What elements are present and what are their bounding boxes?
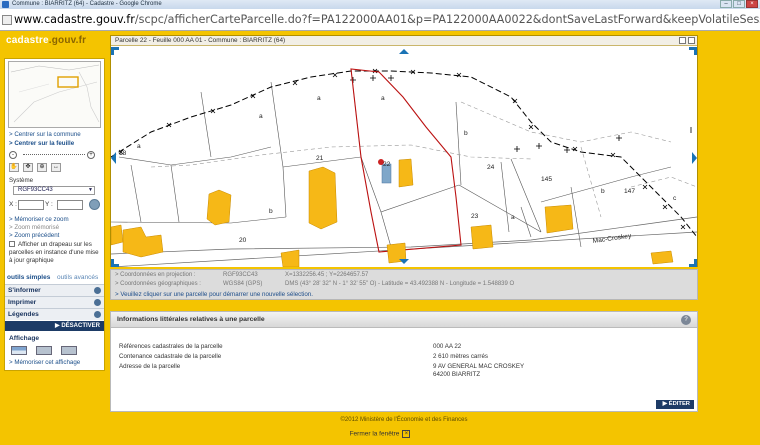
sub-label-a: a: [511, 214, 515, 221]
copyright-footer: ©2012 Ministère de l'Économie et des Fin…: [340, 417, 468, 423]
display-mixed-button[interactable]: [61, 346, 77, 355]
display-plan-button[interactable]: [11, 346, 27, 355]
url-path: /scpc/afficherCarteParcelle.do?f=PA12200…: [134, 13, 760, 26]
tab-simple-tools[interactable]: outils simples: [7, 274, 50, 281]
maximize-button[interactable]: □: [733, 0, 745, 8]
x-coordinate-input[interactable]: [18, 200, 44, 210]
map-panel: Parcelle 22 - Feuille 000 AA 01 - Commun…: [110, 35, 698, 267]
display-title: Affichage: [9, 335, 40, 342]
sub-label-a: a: [381, 95, 385, 102]
arrow-circle-icon: [94, 287, 101, 294]
detach-icon[interactable]: [679, 37, 686, 44]
map-header-title: Parcelle 22 - Feuille 000 AA 01 - Commun…: [115, 37, 286, 44]
display-photo-button[interactable]: [36, 346, 52, 355]
edit-button[interactable]: ▶ ÉDITER: [656, 400, 694, 409]
center-commune-link[interactable]: > Centrer sur la commune: [9, 131, 81, 138]
parcel-label-18: 18: [119, 150, 127, 157]
memorize-zoom-link[interactable]: > Mémoriser ce zoom: [9, 216, 69, 223]
coordinates-panel: > Coordonnées en projection : RGF93CC43 …: [110, 269, 698, 300]
address-line-2: 64200 BIARRITZ: [433, 371, 481, 378]
ref-label: Références cadastrales de la parcelle: [119, 343, 223, 350]
area-value: 2 610 mètres carrés: [433, 353, 489, 360]
sub-label-b: b: [269, 208, 273, 215]
help-icon[interactable]: ?: [681, 315, 691, 325]
address-bar[interactable]: www.cadastre.gouv.fr/scpc/afficherCarteP…: [0, 9, 760, 31]
site-logo[interactable]: cadastre.gouv.fr: [6, 35, 86, 46]
maximize-map-icon[interactable]: [688, 37, 695, 44]
tab-advanced-tools[interactable]: outils avancés: [57, 274, 98, 281]
menu-sinformer[interactable]: S'informer: [5, 284, 104, 296]
window-title-bar: Commune : BIARRITZ (64) - Cadastre - Goo…: [0, 0, 760, 9]
geographic-value: DMS (43° 28' 32" N - 1° 32' 55" O) - Lat…: [285, 281, 515, 287]
center-feuille-link[interactable]: > Centrer sur la feuille: [9, 140, 74, 147]
window-title: Commune : BIARRITZ (64) - Cadastre - Goo…: [12, 1, 162, 7]
menu-legendes[interactable]: Légendes: [5, 308, 104, 320]
go-coordinates-button[interactable]: [89, 199, 100, 210]
sub-label-a: a: [137, 143, 141, 150]
parcel-label-145: 145: [541, 176, 552, 183]
map-header: Parcelle 22 - Feuille 000 AA 01 - Commun…: [111, 36, 697, 46]
page-icon: [2, 15, 12, 25]
geographic-system: WGS84 (GPS): [223, 281, 263, 287]
zoom-out-icon[interactable]: -: [9, 151, 17, 159]
parcel-info-title: Informations littérales relatives à une …: [111, 312, 697, 328]
chevron-down-icon: ▼: [88, 187, 93, 193]
zoom-box-icon[interactable]: ⊕: [37, 163, 47, 172]
flag-text-3: à jour graphique: [9, 257, 54, 264]
map-tools: ✋ ✥ ⊕ ↔: [9, 163, 101, 173]
parcel-label-22: 22: [383, 161, 391, 168]
url-host: www.cadastre.gouv.fr: [14, 13, 135, 26]
projection-label: > Coordonnées en projection :: [115, 272, 196, 278]
zoom-slider[interactable]: - +: [9, 150, 101, 160]
address-label: Adresse de la parcelle: [119, 363, 181, 370]
tools-tabs: outils simples outils avancés: [5, 274, 104, 284]
zoom-memorized-text: > Zoom mémorisé: [9, 224, 60, 231]
arrow-circle-icon: [94, 299, 101, 306]
parcel-label-147: 147: [624, 188, 635, 195]
parcel-label-24: 24: [487, 164, 495, 171]
close-window-button[interactable]: ×: [746, 0, 758, 8]
zoom-in-icon[interactable]: +: [87, 151, 95, 159]
coordinate-system-select[interactable]: RGF93CC43 ▼: [13, 186, 95, 195]
address-line-1: 9 AV GENERAL MAC CROSKEY: [433, 363, 525, 370]
close-window-link[interactable]: Fermer la fenêtre ×: [0, 430, 760, 438]
sub-label-a: a: [259, 113, 263, 120]
parcel-label-23: 23: [471, 213, 479, 220]
projection-value: X=1332256.45 ; Y=2264657.57: [285, 272, 369, 278]
projection-system: RGF93CC43: [223, 272, 258, 278]
move-icon[interactable]: ✥: [23, 163, 33, 172]
cadastral-map[interactable]: 18 21 22 24 23 20 145 147 a a a a b b a …: [111, 47, 697, 267]
area-label: Contenance cadastrale de la parcelle: [119, 353, 222, 360]
flag-text-1: Afficher un drapeau sur les: [18, 241, 92, 248]
sub-label-a: a: [317, 95, 321, 102]
system-label: Système: [9, 177, 34, 184]
minimap-viewport[interactable]: [57, 76, 79, 88]
measure-icon[interactable]: ↔: [51, 163, 61, 172]
geographic-label: > Coordonnées géographiques :: [115, 281, 201, 287]
display-mode-buttons: [11, 346, 77, 355]
hand-pan-icon[interactable]: ✋: [9, 163, 19, 172]
menu-imprimer[interactable]: Imprimer: [5, 296, 104, 308]
sub-label-b: b: [601, 188, 605, 195]
overview-minimap[interactable]: [8, 61, 101, 128]
minimize-button[interactable]: –: [720, 0, 732, 8]
close-icon[interactable]: ×: [402, 430, 411, 438]
arrow-circle-icon: [94, 311, 101, 318]
memorize-display-link[interactable]: > Mémoriser cet affichage: [9, 359, 80, 366]
tools-panel: > Centrer sur la commune > Centrer sur l…: [4, 58, 105, 371]
previous-zoom-link[interactable]: > Zoom précédent: [9, 232, 59, 239]
flag-text-2: parcelles en instance d'une mise: [9, 249, 99, 256]
window-controls: – □ ×: [720, 0, 758, 9]
flag-parcels-checkbox[interactable]: [9, 241, 15, 247]
selection-message: > Veuillez cliquer sur une parcelle pour…: [115, 291, 313, 298]
ref-value: 000 AA 22: [433, 343, 462, 350]
deactivate-button[interactable]: ▶ DÉSACTIVER: [5, 321, 104, 331]
parcel-label-20: 20: [239, 237, 247, 244]
chrome-favicon-icon: [2, 1, 9, 8]
sub-label-b: b: [464, 130, 468, 137]
parcel-label-21: 21: [316, 155, 324, 162]
y-coordinate-input[interactable]: [57, 200, 83, 210]
parcel-info-panel: Informations littérales relatives à une …: [110, 311, 698, 412]
